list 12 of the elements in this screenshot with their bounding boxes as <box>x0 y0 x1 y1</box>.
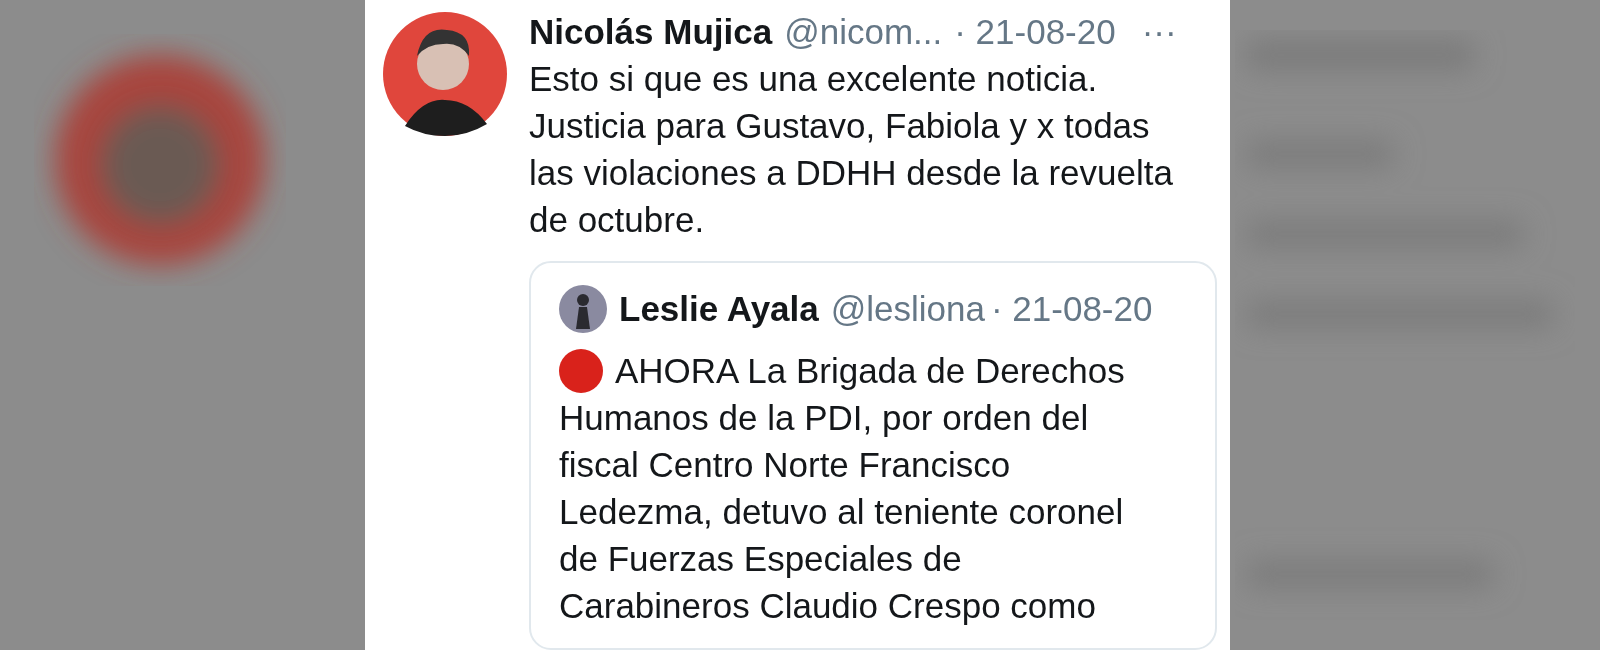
quoted-text: Humanos de la PDI, por orden del fiscal Centro Norte Francisco Ledezma, detuvo al teniente coronel de Fuerzas Especiales de Carabineros Claudio Crespo como <box>559 397 1125 627</box>
tweet-date: · 21-08-20 <box>990 288 1153 330</box>
author-name: Leslie Ayala <box>619 288 819 330</box>
more-button[interactable]: ··· <box>1141 10 1177 54</box>
tweet-text: Esto si que es una excelente noticia. Justicia para Gustavo, Fabiola y x todas las violaciones a DDHH desde la revuelta de octubre. <box>529 58 1174 241</box>
avatar <box>559 285 607 333</box>
author-handle: @nicom... <box>784 11 943 53</box>
circle-emoji-icon <box>559 348 603 393</box>
author-handle: @lesliona <box>830 288 985 330</box>
tweet-date: · 21-08-20 <box>954 11 1116 53</box>
quoted-text: AHORA La Brigada de Derechos <box>615 350 1125 392</box>
author-name: Nicolás Mujica <box>529 11 773 53</box>
